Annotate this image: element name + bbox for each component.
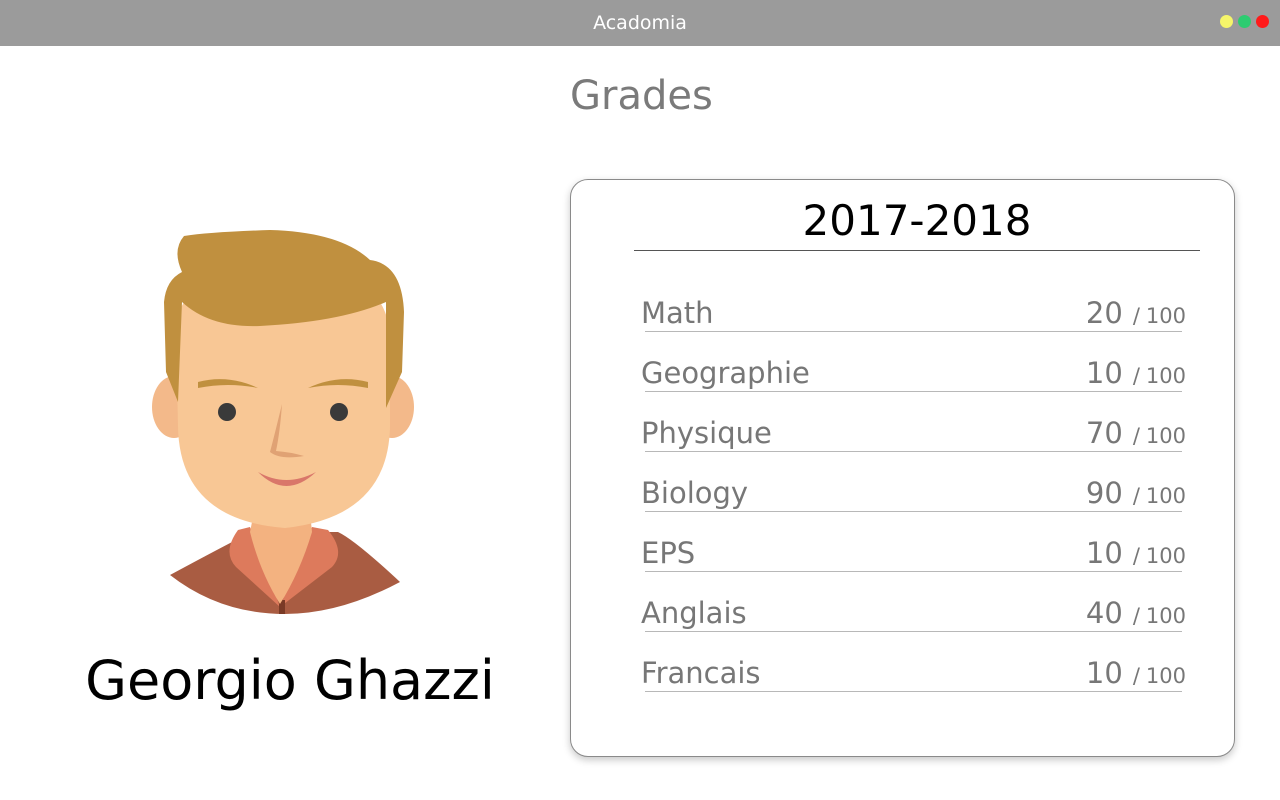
grade-score: 40 <box>1085 596 1123 630</box>
row-divider <box>645 691 1182 692</box>
grade-score: 10 <box>1085 536 1123 570</box>
grade-separator: / <box>1132 604 1140 628</box>
grade-max: 100 <box>1145 604 1186 628</box>
grade-value: 70 /100 <box>1086 416 1186 450</box>
grade-max: 100 <box>1145 364 1186 388</box>
grade-row-anglais: Anglais 40 /100 <box>641 596 1186 632</box>
grade-row-biology: Biology 90 /100 <box>641 476 1186 512</box>
row-divider <box>645 391 1182 392</box>
subject-name: Anglais <box>641 596 747 630</box>
grades-card: 2017-2018 Math 20/100 Geographie 10/100 … <box>570 179 1235 757</box>
school-year-title: 2017-2018 <box>802 196 1032 245</box>
grade-max: 100 <box>1145 304 1186 328</box>
subject-name: Physique <box>641 416 772 450</box>
grade-separator: / <box>1132 304 1140 328</box>
row-divider <box>645 511 1182 512</box>
grade-value: 40 /100 <box>1086 596 1186 630</box>
grade-max: 100 <box>1145 664 1186 688</box>
grade-max: 100 <box>1145 484 1186 508</box>
grade-score: 70 <box>1085 416 1123 450</box>
subject-name: Francais <box>641 656 761 690</box>
grade-row-geographie: Geographie 10 /100 <box>641 356 1186 392</box>
grade-separator: / <box>1132 544 1140 568</box>
grade-separator: / <box>1132 484 1140 508</box>
subject-name: EPS <box>641 536 696 570</box>
grade-separator: / <box>1132 664 1140 688</box>
grade-max: 100 <box>1145 424 1186 448</box>
row-divider <box>645 451 1182 452</box>
grade-row-physique: Physique 70 /100 <box>641 416 1186 452</box>
maximize-button[interactable] <box>1238 15 1251 28</box>
grade-row-eps: EPS 10 /100 <box>641 536 1186 572</box>
grade-row-francais: Francais 10 /100 <box>641 656 1186 692</box>
grade-value: 10 /100 <box>1086 656 1186 690</box>
grade-separator: / <box>1132 424 1140 448</box>
grade-separator: / <box>1132 364 1140 388</box>
grade-value: 10 /100 <box>1086 536 1186 570</box>
student-avatar <box>152 230 414 614</box>
app-title: Acadomia <box>593 12 687 34</box>
row-divider <box>645 571 1182 572</box>
row-divider <box>645 631 1182 632</box>
grade-row-math: Math 20 /100 <box>641 296 1186 332</box>
grade-score: 90 <box>1085 476 1123 510</box>
subject-name: Math <box>641 296 714 330</box>
grade-value: 20 /100 <box>1086 296 1186 330</box>
row-divider <box>645 331 1182 332</box>
grade-score: 10 <box>1085 356 1123 390</box>
grade-max: 100 <box>1145 544 1186 568</box>
subject-name: Biology <box>641 476 749 510</box>
avatar-eye-left <box>218 403 236 421</box>
student-name: Georgio Ghazzi <box>85 649 495 712</box>
page-title: Grades <box>570 73 713 119</box>
grade-score: 20 <box>1085 296 1123 330</box>
avatar-eye-right <box>330 403 348 421</box>
minimize-button[interactable] <box>1220 15 1233 28</box>
year-divider <box>634 250 1200 251</box>
subject-name: Geographie <box>641 356 810 390</box>
grade-value: 10 /100 <box>1086 356 1186 390</box>
grade-score: 10 <box>1085 656 1123 690</box>
title-bar: Acadomia <box>0 0 1280 46</box>
grade-value: 90 /100 <box>1086 476 1186 510</box>
close-button[interactable] <box>1256 15 1269 28</box>
